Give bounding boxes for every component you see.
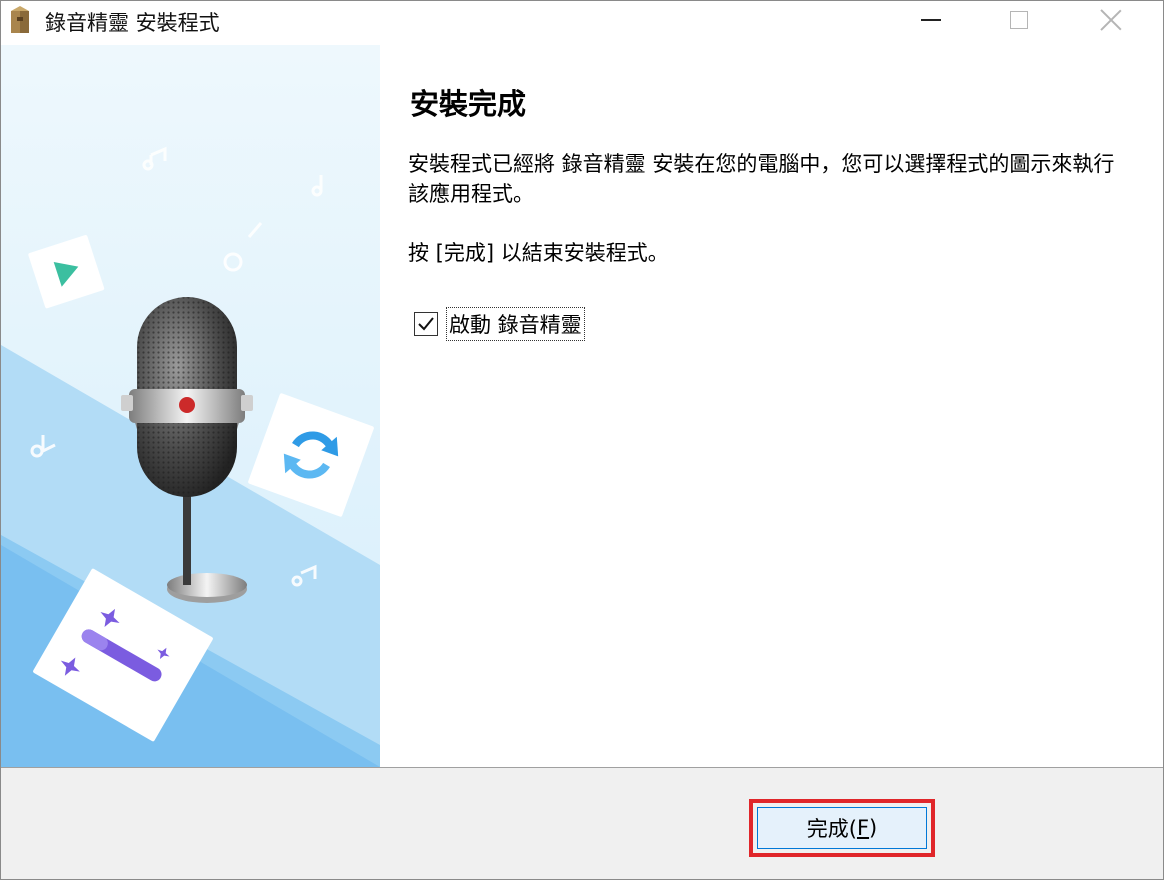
launch-app-checkbox[interactable]	[414, 312, 438, 336]
side-banner-illustration	[1, 45, 380, 767]
title-bar[interactable]: 錄音精靈 安裝程式	[1, 1, 1163, 39]
finish-button[interactable]: 完成(F)	[757, 807, 927, 849]
page-title: 安裝完成	[410, 87, 527, 121]
checkmark-icon	[418, 317, 434, 331]
launch-app-checkbox-row[interactable]: 啟動 錄音精靈	[414, 307, 585, 341]
content-panel: 安裝完成 安裝程式已經將 錄音精靈 安裝在您的電腦中，您可以選擇程式的圖示來執行…	[380, 45, 1163, 767]
close-button[interactable]	[1081, 1, 1141, 39]
button-bar: 完成(F)	[1, 767, 1163, 879]
finish-instruction: 按 [完成] 以結束安裝程式。	[408, 241, 669, 265]
installer-window: 錄音精靈 安裝程式 安裝完成 安裝程式已經將 錄音精靈 安裝在您的電腦中，您可以…	[0, 0, 1164, 880]
finish-button-accelerator: F	[856, 816, 870, 840]
minimize-icon	[921, 19, 941, 21]
close-icon	[1100, 9, 1122, 31]
minimize-button[interactable]	[901, 1, 961, 39]
window-title: 錄音精靈 安裝程式	[45, 11, 220, 35]
launch-app-label[interactable]: 啟動 錄音精靈	[446, 307, 585, 341]
maximize-icon	[1010, 11, 1028, 29]
finish-button-label: 完成(	[806, 817, 857, 841]
completion-message: 安裝程式已經將 錄音精靈 安裝在您的電腦中，您可以選擇程式的圖示來執行該應用程式…	[408, 152, 1115, 206]
maximize-button[interactable]	[989, 1, 1049, 39]
installer-box-icon	[11, 6, 29, 33]
finish-button-label-end: )	[869, 816, 878, 840]
